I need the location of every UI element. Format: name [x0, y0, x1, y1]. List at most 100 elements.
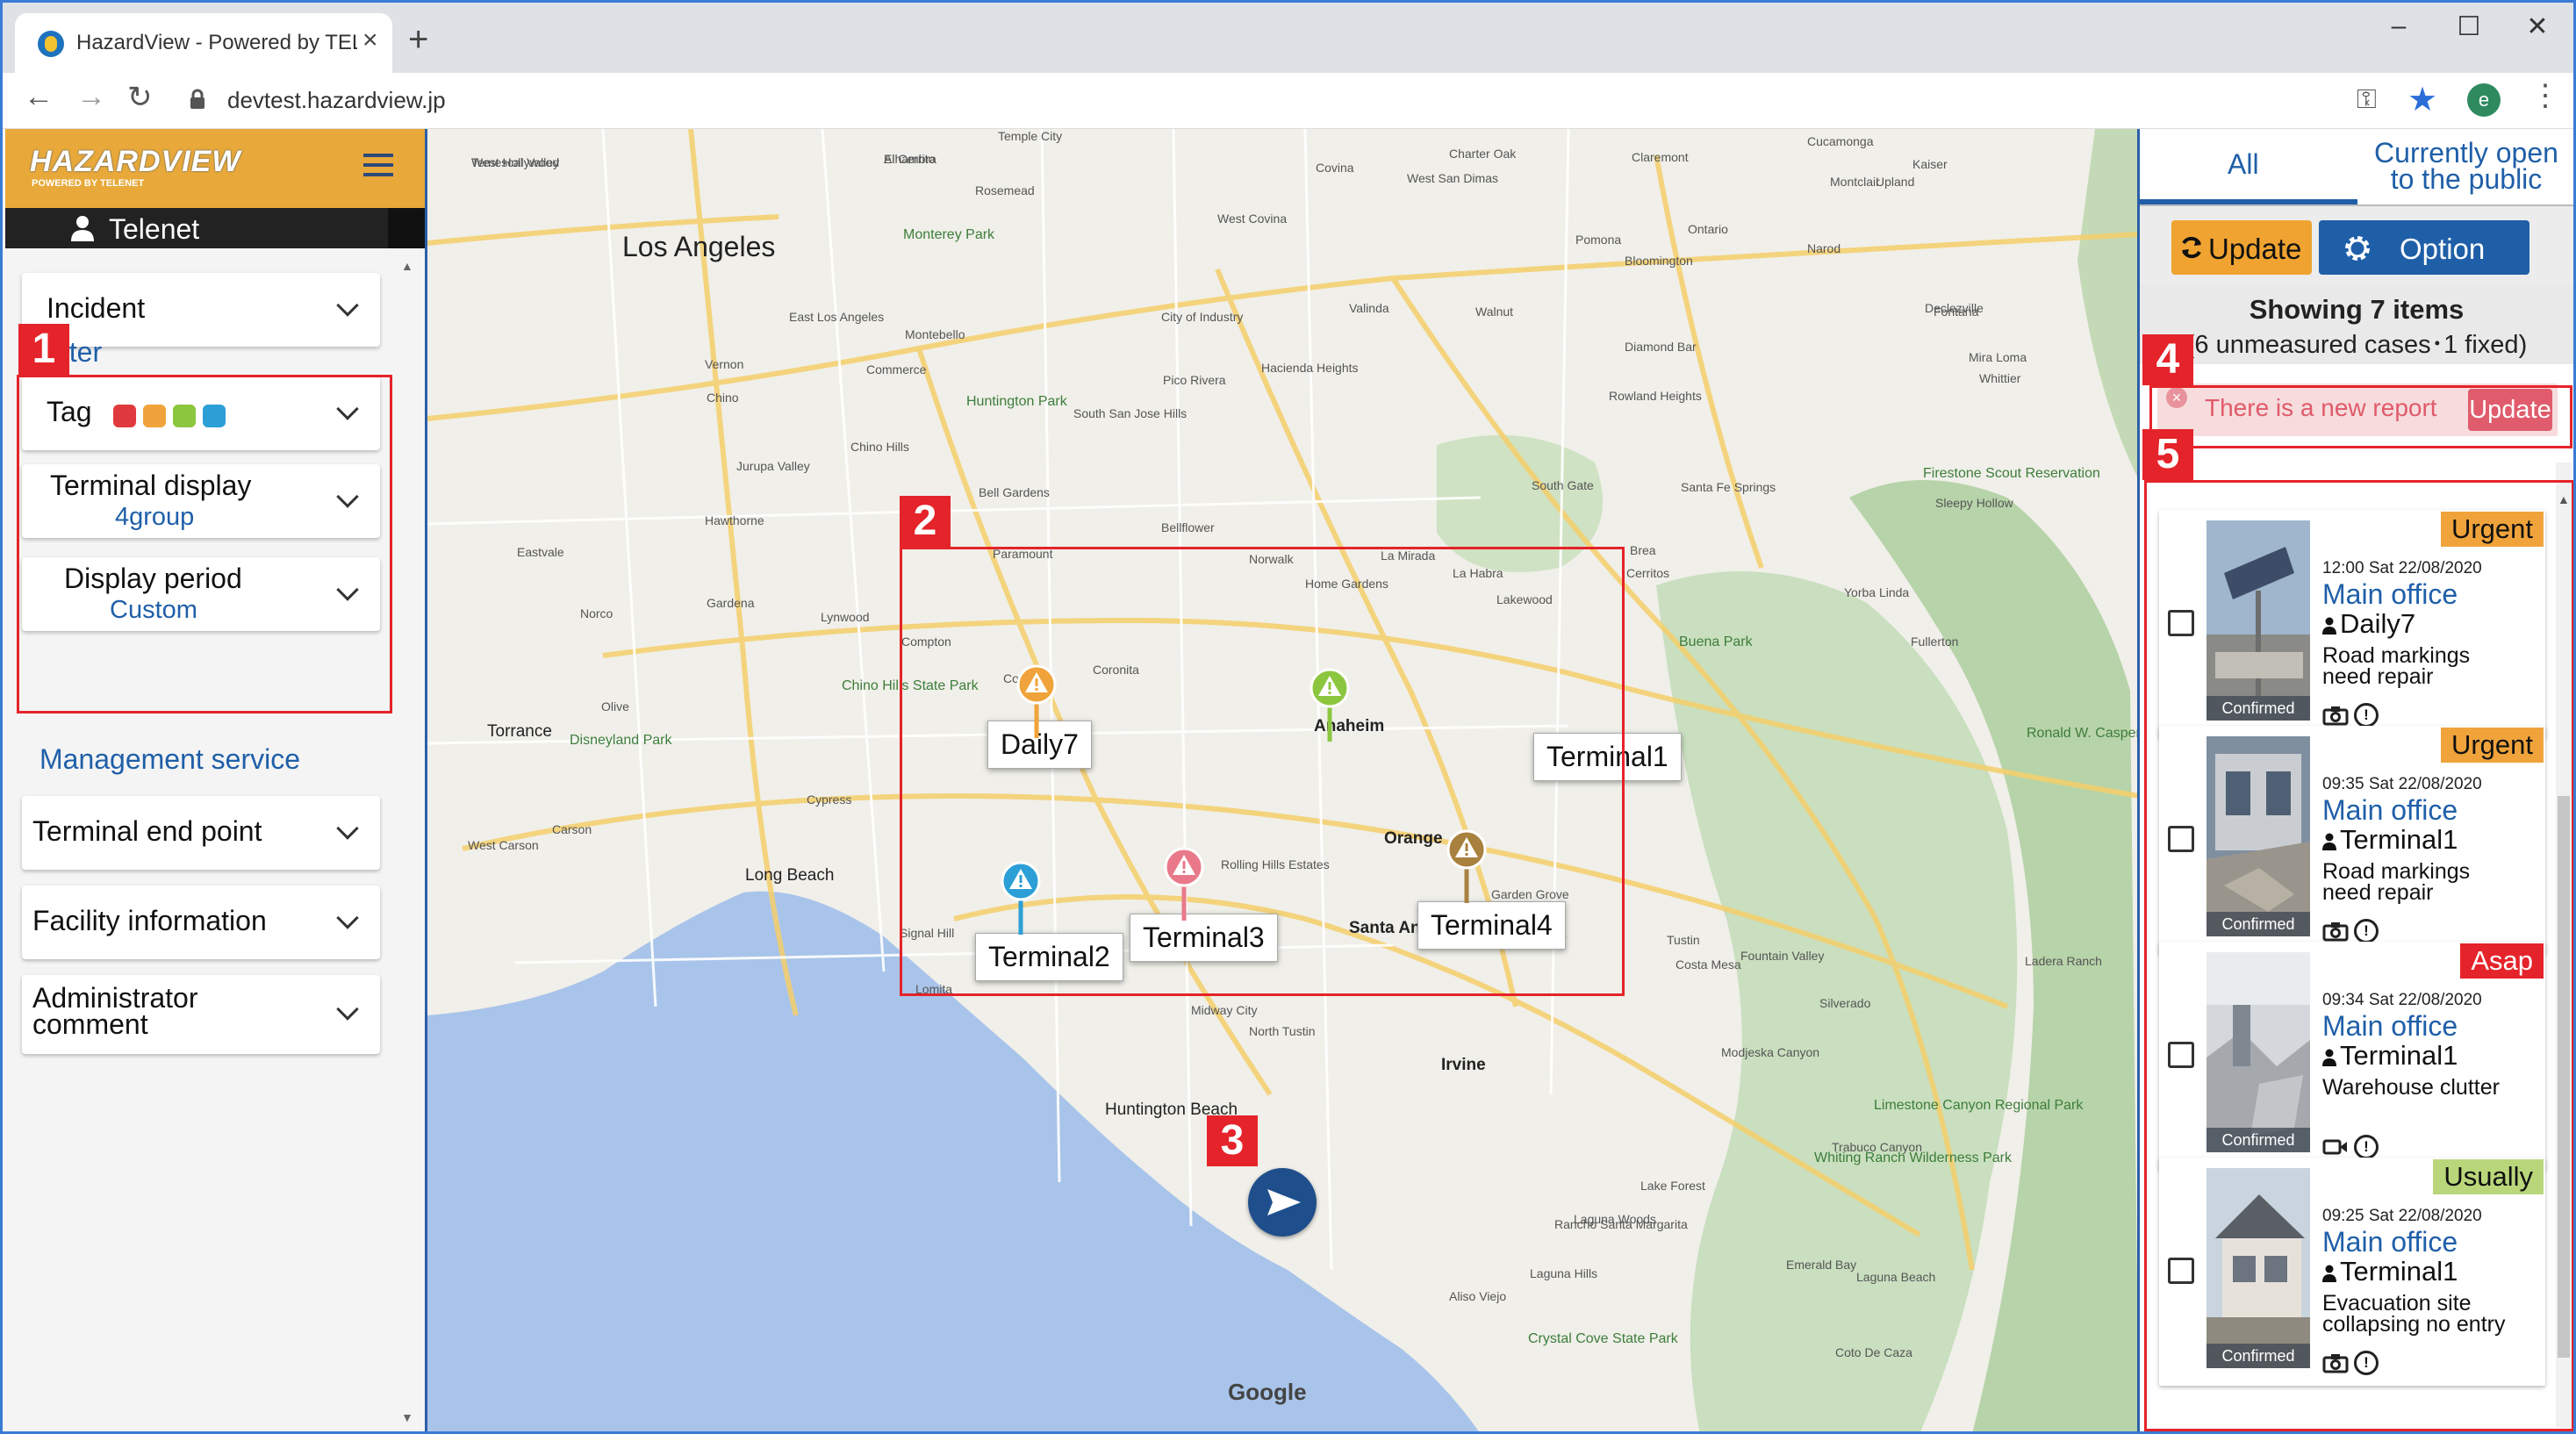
map-place-label: South Gate	[1532, 478, 1594, 492]
address-bar[interactable]: devtest.hazardview.jp	[227, 87, 446, 114]
callout-number-3: 3	[1207, 1115, 1258, 1166]
map-place-label: Carson	[552, 822, 592, 836]
tab-title: HazardView - Powered by TELENET	[76, 31, 357, 54]
map-place-label: Commerce	[866, 362, 927, 376]
forward-button[interactable]: →	[76, 80, 106, 114]
map-place-label: East Los Angeles	[789, 310, 885, 324]
user-bar: Telenet	[5, 208, 425, 248]
map-place-label: North Tustin	[1249, 1024, 1316, 1038]
user-name: Telenet	[109, 213, 200, 245]
map-place-label: West Covina	[1217, 212, 1288, 226]
map-place-label: Cucamonga	[1807, 134, 1874, 148]
terminal-end-point-dropdown[interactable]: Terminal end point	[22, 796, 380, 870]
map-place-label: Bloomington	[1625, 254, 1693, 268]
terminal-end-point-label: Terminal end point	[32, 815, 262, 847]
chevron-down-icon	[336, 907, 359, 929]
map-place-label: Temple City	[998, 129, 1063, 143]
browser-window: HazardView - Powered by TELENET × + – ☐ …	[0, 0, 2576, 1434]
callout-frame-2	[900, 547, 1625, 996]
update-button[interactable]: Update	[2171, 220, 2312, 275]
map-city-label: Huntington Beach	[1105, 1101, 1238, 1119]
map-place-label: City of Industry	[1161, 310, 1244, 324]
map-place-label: Fountain Valley	[1740, 949, 1825, 963]
map-place-label: Montebello	[905, 327, 965, 341]
back-button[interactable]: ←	[24, 80, 54, 114]
map-place-label: Declezville	[1925, 301, 1984, 315]
google-attribution: Google	[1228, 1379, 1307, 1405]
map-place-label: Hawthorne	[705, 513, 764, 527]
tab-close-icon[interactable]: ×	[362, 25, 378, 55]
results-breakdown: (6 unmeasured cases･1 fixed)	[2185, 331, 2528, 359]
chevron-down-icon	[336, 294, 359, 317]
reload-button[interactable]: ↻	[127, 80, 153, 115]
map-place-label: Monterey Park	[903, 227, 995, 242]
update-label: Update	[2208, 233, 2302, 265]
option-button[interactable]: Option	[2319, 220, 2529, 275]
map-place-label: Firestone Scout Reservation	[1923, 466, 2100, 481]
map-place-label: Cypress	[807, 792, 852, 807]
bookmark-star-icon[interactable]: ★	[2407, 80, 2437, 119]
map-place-label: Upland	[1876, 175, 1915, 189]
map-place-label: Jurupa Valley	[736, 459, 810, 473]
map-place-label: Whittier	[1979, 371, 2021, 385]
browser-toolbar: ← → ↻ devtest.hazardview.jp ⚿ ★ e ⋮	[3, 73, 2573, 129]
map-place-label: Valinda	[1349, 301, 1389, 315]
map-place-label: Diamond Bar	[1625, 340, 1697, 354]
hamburger-menu-icon[interactable]	[363, 154, 393, 176]
callout-frame-1	[17, 375, 392, 713]
map-place-label: Laguna Woods	[1574, 1212, 1656, 1226]
map-place-label: Huntington Park	[966, 394, 1067, 409]
map-place-label: Eastvale	[517, 545, 564, 559]
map-city-label: Long Beach	[745, 866, 835, 885]
map-place-label: Pico Rivera	[1163, 373, 1226, 387]
map-place-label: Cerritos	[1626, 566, 1670, 580]
hazardview-favicon-icon	[38, 31, 64, 57]
management-service-heading: Management service	[39, 743, 301, 775]
map-place-label: Lynwood	[821, 610, 870, 624]
map-place-label: Modjeska Canyon	[1721, 1045, 1820, 1059]
callout-number-5: 5	[2142, 429, 2193, 480]
results-count: Showing 7 items	[2249, 294, 2465, 325]
map-place-label: Montclair	[1830, 175, 1880, 189]
lock-icon	[190, 89, 205, 109]
scroll-up-arrow-icon[interactable]: ▲	[401, 259, 413, 273]
navigate-arrow-button[interactable]	[1248, 1168, 1317, 1237]
map-place-label: Lake Forest	[1640, 1179, 1705, 1193]
map-city-label: Los Angeles	[622, 231, 776, 262]
map-place-label: Trabuco Canyon	[1832, 1140, 1922, 1154]
tab-currently-open-to-public[interactable]: Currently open to the public	[2359, 129, 2573, 204]
map-place-label: Hacienda Heights	[1261, 361, 1359, 375]
map-place-label: West Carson	[468, 838, 539, 852]
minimize-button[interactable]: –	[2372, 11, 2425, 47]
scroll-down-arrow-icon[interactable]: ▼	[401, 1410, 413, 1424]
chevron-down-icon	[336, 998, 359, 1021]
map-place-label: Kaiser	[1912, 157, 1948, 171]
callout-frame-4	[2149, 385, 2572, 448]
browser-tab[interactable]: HazardView - Powered by TELENET ×	[15, 13, 392, 73]
tab-all[interactable]: All	[2140, 129, 2357, 204]
callout-number-2: 2	[900, 496, 951, 547]
map-place-label: Walnut	[1475, 305, 1514, 319]
map-place-label: Yorba Linda	[1844, 585, 1910, 599]
tab-public-line1: Currently open	[2374, 137, 2558, 168]
administrator-comment-label-line2: comment	[32, 1008, 148, 1040]
facility-information-dropdown[interactable]: Facility information	[22, 885, 380, 959]
map-place-label: South San Jose Hills	[1073, 406, 1188, 420]
logo-subtitle: POWERED BY TELENET	[32, 178, 145, 189]
administrator-comment-dropdown[interactable]: Administrator comment	[22, 975, 380, 1054]
map-place-label: Olive	[601, 699, 629, 713]
map-place-label: Ontario	[1688, 222, 1728, 236]
map-place-label: Bellflower	[1161, 520, 1215, 534]
close-window-button[interactable]: ✕	[2511, 11, 2564, 47]
maximize-button[interactable]: ☐	[2443, 11, 2495, 47]
map-place-label: Temescal Valley	[471, 155, 560, 169]
profile-avatar[interactable]: e	[2467, 83, 2501, 117]
menu-dots-icon[interactable]: ⋮	[2530, 78, 2560, 113]
key-icon[interactable]: ⚿	[2357, 85, 2377, 115]
hazardview-logo[interactable]: HAZARDVIEW	[30, 145, 240, 179]
map-place-label: Crystal Cove State Park	[1528, 1331, 1678, 1346]
map-place-label: Covina	[1316, 161, 1354, 175]
map-place-label: Silverado	[1819, 996, 1871, 1010]
brand-bar: HAZARDVIEW POWERED BY TELENET	[5, 129, 425, 208]
new-tab-button[interactable]: +	[408, 22, 428, 57]
